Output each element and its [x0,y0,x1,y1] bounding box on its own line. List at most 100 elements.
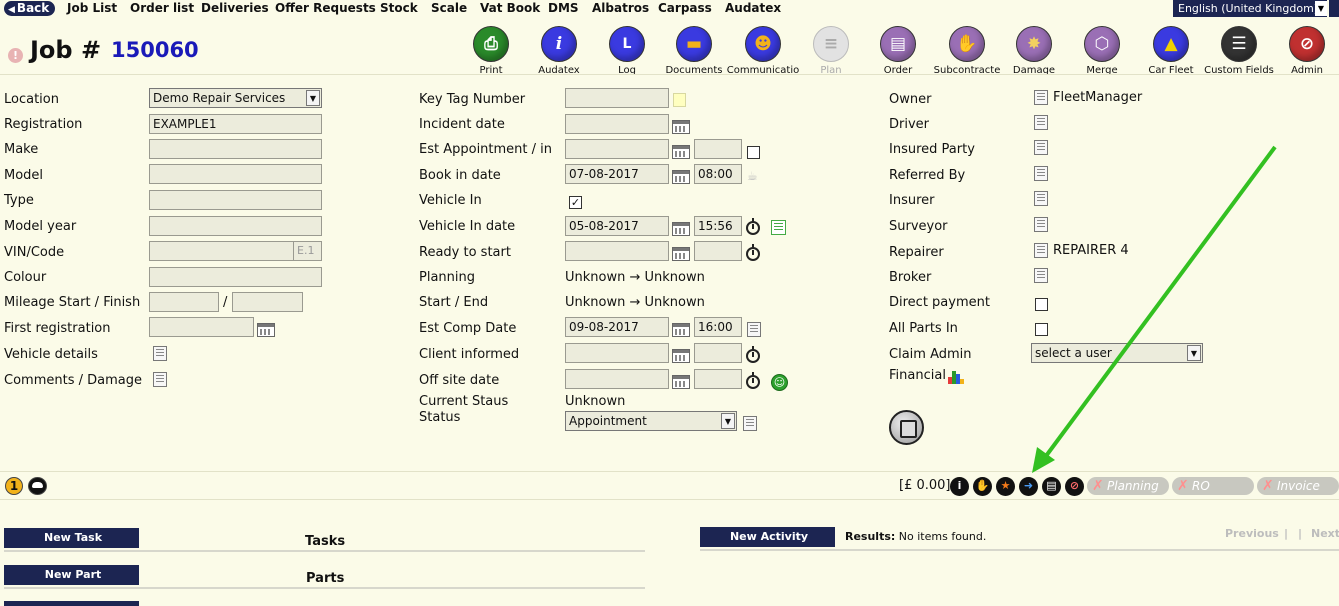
calendar-icon[interactable] [672,247,690,261]
vehicle-in-checkbox[interactable]: ✓ [569,196,582,209]
new-activity-button[interactable]: New Activity [700,527,835,547]
document-icon[interactable] [747,322,761,337]
planning-pill[interactable]: ✗ Planning [1087,477,1169,495]
document-icon[interactable] [1034,90,1048,105]
direct-payment-checkbox[interactable] [1035,298,1048,311]
model-year-input[interactable] [149,216,322,236]
nav-job-list[interactable]: Job List [67,1,117,16]
nav-carpass[interactable]: Carpass [658,1,712,16]
vehicle-in-time-input[interactable]: 15:56 [694,216,742,236]
nav-stock[interactable]: Stock [380,1,418,16]
document-icon[interactable] [743,416,757,431]
type-input[interactable] [149,190,322,210]
nav-order-list[interactable]: Order list [130,1,194,16]
document-icon[interactable] [1034,268,1048,283]
calendar-icon[interactable] [672,375,690,389]
nav-audatex[interactable]: Audatex [725,1,781,16]
calendar-icon[interactable] [672,323,690,337]
document-icon[interactable] [1034,217,1048,232]
calendar-icon[interactable] [672,170,690,184]
merge-button[interactable]: ⬡ Merge [1062,26,1142,77]
save-button[interactable] [889,410,924,445]
est-appointment-checkbox[interactable] [747,146,760,159]
language-select[interactable]: English (United Kingdom) ▼ [1173,0,1327,17]
calendar-icon[interactable] [672,120,690,134]
ready-to-start-date-input[interactable] [565,241,669,261]
off-site-time-input[interactable] [694,369,742,389]
invoice-pill[interactable]: ✗ Invoice [1257,477,1339,495]
all-parts-in-checkbox[interactable] [1035,323,1048,336]
est-appointment-date-input[interactable] [565,139,669,159]
mileage-start-input[interactable] [149,292,219,312]
off-site-date-input[interactable] [565,369,669,389]
handshake-icon[interactable]: ✋ [973,477,992,496]
coffee-cup-icon[interactable]: ☕ [747,170,761,182]
back-button[interactable]: ◀ Back [4,1,56,16]
ready-to-start-time-input[interactable] [694,241,742,261]
document-icon[interactable] [153,346,167,361]
nav-dms[interactable]: DMS [548,1,579,16]
count-badge[interactable]: 1 [5,477,23,495]
star-icon[interactable]: ★ [996,477,1015,496]
calendar-icon[interactable] [672,222,690,236]
status-select[interactable]: Appointment ▼ [565,411,737,431]
vin-input[interactable] [149,241,294,261]
document-icon[interactable] [1034,140,1048,155]
document-icon[interactable] [1034,191,1048,206]
claim-admin-select[interactable]: select a user ▼ [1031,343,1203,363]
admin-button[interactable]: ⊘ Admin [1267,26,1339,77]
stopwatch-icon[interactable] [746,218,760,235]
nav-vat-book[interactable]: Vat Book [480,1,540,16]
registration-input[interactable]: EXAMPLE1 [149,114,322,134]
next-link[interactable]: Next [1311,527,1339,540]
document-icon[interactable]: ▤ [1042,477,1061,496]
document-icon[interactable] [153,372,167,387]
first-registration-input[interactable] [149,317,254,337]
stopwatch-icon[interactable] [746,346,760,363]
make-input[interactable] [149,139,322,159]
document-icon[interactable] [1034,166,1048,181]
cloud-icon[interactable] [28,477,47,495]
client-informed-time-input[interactable] [694,343,742,363]
top-right-button[interactable] [1329,0,1339,17]
est-comp-date-input[interactable]: 09-08-2017 [565,317,669,337]
nav-offer-requests[interactable]: Offer Requests [275,1,376,16]
colour-input[interactable] [149,267,322,287]
model-input[interactable] [149,164,322,184]
order-button[interactable]: ▤ Order [858,26,938,77]
bar-chart-icon[interactable] [948,370,964,384]
no-parts-icon[interactable]: ⊘ [1065,477,1084,496]
calendar-icon[interactable] [672,145,690,159]
new-part-button[interactable]: New Part [4,565,139,585]
calendar-icon[interactable] [672,349,690,363]
mileage-finish-input[interactable] [232,292,303,312]
est-appointment-time-input[interactable] [694,139,742,159]
smiley-icon[interactable]: ☺ [771,374,788,391]
document-icon[interactable] [1034,243,1048,258]
incident-date-input[interactable] [565,114,669,134]
ro-pill[interactable]: ✗ RO [1172,477,1254,495]
est-comp-time-input[interactable]: 16:00 [694,317,742,337]
info-icon[interactable]: i [950,477,969,496]
checklist-icon[interactable] [771,220,786,235]
key-tag-input[interactable] [565,88,669,108]
previous-link[interactable]: Previous [1225,527,1279,540]
nav-deliveries[interactable]: Deliveries [201,1,269,16]
new-section-button[interactable] [4,601,139,606]
book-in-date-input[interactable]: 07-08-2017 [565,164,669,184]
vehicle-in-date-input[interactable]: 05-08-2017 [565,216,669,236]
stopwatch-icon[interactable] [746,372,760,389]
nav-albatros[interactable]: Albatros [592,1,649,16]
note-icon[interactable] [673,93,686,107]
nav-scale[interactable]: Scale [431,1,467,16]
client-informed-date-input[interactable] [565,343,669,363]
stopwatch-icon[interactable] [746,244,760,261]
documents-button[interactable]: ▬ Documents [654,26,734,77]
document-icon[interactable] [1034,115,1048,130]
book-in-time-input[interactable]: 08:00 [694,164,742,184]
location-select[interactable]: Demo Repair Services ▼ [149,88,322,108]
arrow-right-icon[interactable]: ➜ [1019,477,1038,496]
vin-check-field[interactable]: E.1 [293,241,322,261]
new-task-button[interactable]: New Task [4,528,139,548]
calendar-icon[interactable] [257,323,275,337]
